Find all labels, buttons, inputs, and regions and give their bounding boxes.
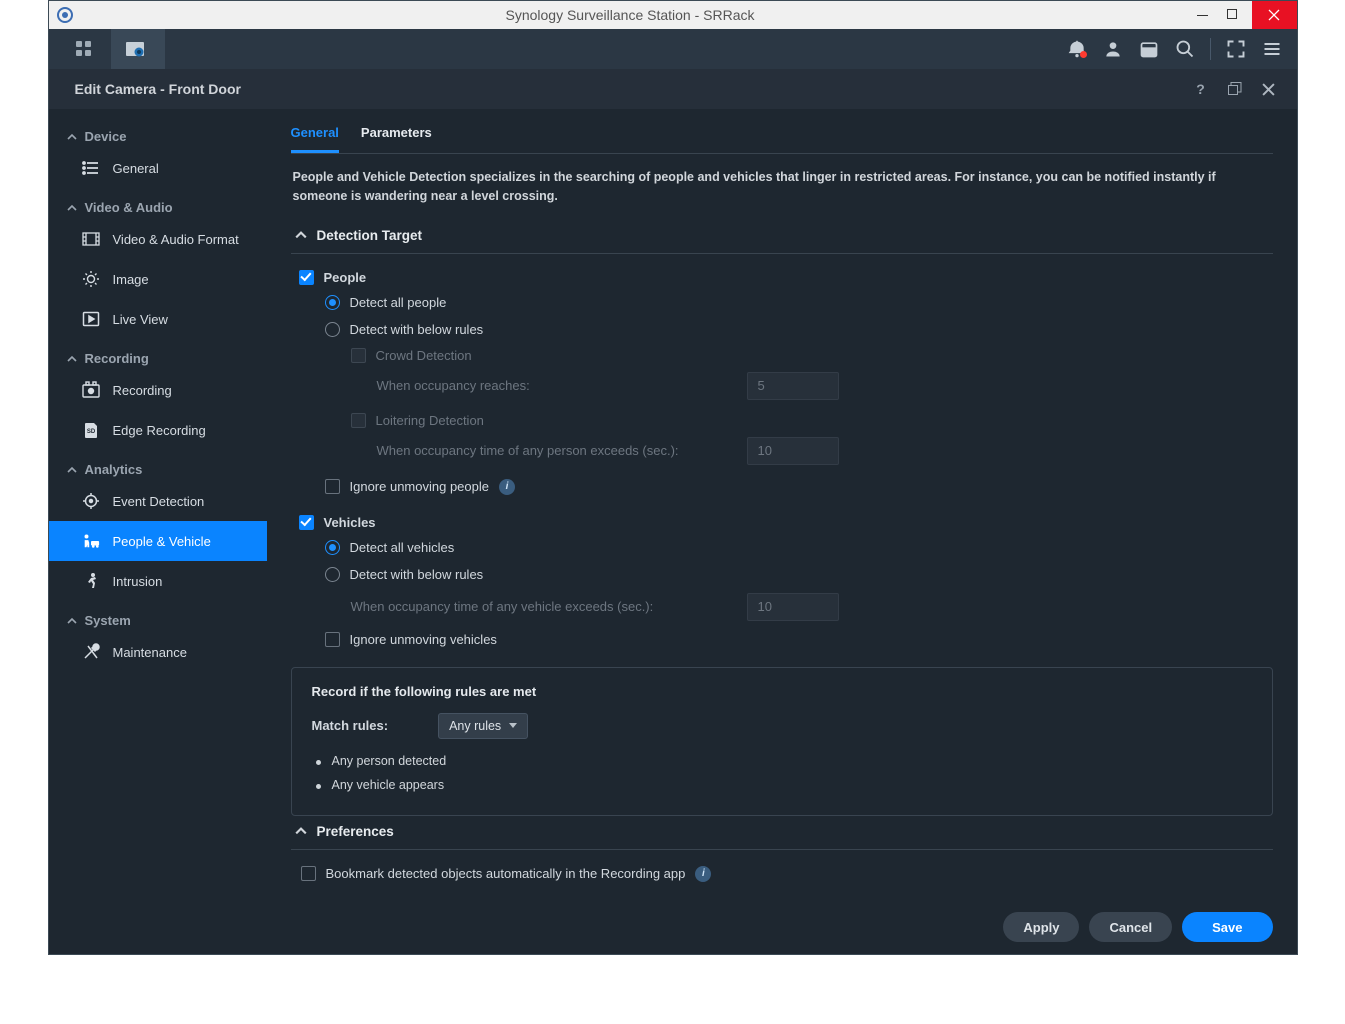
rule-item: Any person detected (326, 749, 1252, 773)
radio-detect-all-vehicles[interactable] (325, 540, 340, 555)
section-preferences[interactable]: Preferences (291, 816, 1273, 850)
label-people: People (324, 270, 367, 285)
rule-item: Any vehicle appears (326, 773, 1252, 797)
section-detection-target[interactable]: Detection Target (291, 220, 1273, 254)
film-icon (81, 229, 101, 249)
label-detect-vehicles-rules: Detect with below rules (350, 567, 484, 582)
list-icon (81, 158, 101, 178)
label-bookmark: Bookmark detected objects automatically … (326, 866, 686, 881)
rules-box-title: Record if the following rules are met (312, 684, 1252, 699)
window-title: Synology Surveillance Station - SRRack (73, 7, 1188, 23)
sidebar-section-device[interactable]: Device (49, 117, 267, 148)
radio-detect-people-rules[interactable] (325, 322, 340, 337)
calendar-icon[interactable] (1138, 38, 1160, 60)
apply-button[interactable]: Apply (1003, 912, 1079, 942)
search-icon[interactable] (1174, 38, 1196, 60)
radio-detect-vehicles-rules[interactable] (325, 567, 340, 582)
tools-icon (81, 642, 101, 662)
app-top-bar (49, 29, 1297, 69)
close-panel-icon[interactable] (1261, 81, 1277, 97)
checkbox-crowd-detection (351, 348, 366, 363)
separator (1210, 38, 1211, 60)
sidebar-item-intrusion[interactable]: Intrusion (49, 561, 267, 601)
menu-icon[interactable] (1261, 38, 1283, 60)
window-maximize-button[interactable] (1218, 1, 1248, 29)
brightness-icon (81, 269, 101, 289)
label-ignore-vehicles: Ignore unmoving vehicles (350, 632, 497, 647)
label-detect-all-vehicles: Detect all vehicles (350, 540, 455, 555)
checkbox-people[interactable] (299, 270, 314, 285)
label-vehicle-occ: When occupancy time of any vehicle excee… (351, 599, 737, 614)
user-icon[interactable] (1102, 38, 1124, 60)
label-loitering: Loitering Detection (376, 413, 484, 428)
sidebar-item-image[interactable]: Image (49, 259, 267, 299)
input-loiter-time (747, 437, 839, 465)
match-rules-label: Match rules: (312, 718, 389, 733)
camera-tab-icon[interactable] (111, 29, 165, 69)
window-minimize-button[interactable] (1188, 1, 1218, 29)
sidebar-item-people-vehicle[interactable]: People & Vehicle (49, 521, 267, 561)
people-vehicle-icon (81, 531, 101, 551)
input-vehicle-occ (747, 593, 839, 621)
sidebar-item-event-detection[interactable]: Event Detection (49, 481, 267, 521)
info-icon[interactable]: i (695, 866, 711, 882)
save-button[interactable]: Save (1182, 912, 1272, 942)
label-vehicles: Vehicles (324, 515, 376, 530)
label-loiter-time: When occupancy time of any person exceed… (377, 443, 737, 458)
sd-card-icon: SD (81, 420, 101, 440)
sidebar-item-edge-recording[interactable]: SDEdge Recording (49, 410, 267, 450)
svg-text:SD: SD (86, 429, 95, 435)
sidebar-item-video-format[interactable]: Video & Audio Format (49, 219, 267, 259)
rules-box: Record if the following rules are met Ma… (291, 667, 1273, 816)
label-ignore-people: Ignore unmoving people (350, 479, 490, 494)
tab-general[interactable]: General (291, 119, 339, 153)
sidebar-section-video[interactable]: Video & Audio (49, 188, 267, 219)
chevron-down-icon (509, 723, 517, 728)
footer: Apply Cancel Save (49, 900, 1297, 954)
label-detect-all-people: Detect all people (350, 295, 447, 310)
notifications-icon[interactable] (1066, 38, 1088, 60)
sidebar-section-system[interactable]: System (49, 601, 267, 632)
sidebar-section-recording[interactable]: Recording (49, 339, 267, 370)
checkbox-ignore-people[interactable] (325, 479, 340, 494)
app-logo-icon (57, 7, 73, 23)
cancel-button[interactable]: Cancel (1089, 912, 1172, 942)
fullscreen-icon[interactable] (1225, 38, 1247, 60)
recording-icon (81, 380, 101, 400)
panel-header: Edit Camera - Front Door ? (49, 69, 1297, 109)
label-detect-people-rules: Detect with below rules (350, 322, 484, 337)
windows-titlebar: Synology Surveillance Station - SRRack (49, 1, 1297, 29)
main-content: General Parameters People and Vehicle De… (267, 109, 1297, 900)
info-icon[interactable]: i (499, 479, 515, 495)
sidebar-item-recording[interactable]: Recording (49, 370, 267, 410)
target-icon (81, 491, 101, 511)
panel-title: Edit Camera - Front Door (75, 81, 241, 97)
label-occupancy: When occupancy reaches: (377, 378, 737, 393)
restore-window-icon[interactable] (1227, 81, 1243, 97)
sidebar-item-liveview[interactable]: Live View (49, 299, 267, 339)
match-rules-dropdown[interactable]: Any rules (438, 713, 528, 739)
input-occupancy (747, 372, 839, 400)
radio-detect-all-people[interactable] (325, 295, 340, 310)
play-square-icon (81, 309, 101, 329)
help-icon[interactable]: ? (1193, 81, 1209, 97)
notification-badge (1080, 51, 1087, 58)
home-tab-icon[interactable] (57, 29, 111, 69)
checkbox-ignore-vehicles[interactable] (325, 632, 340, 647)
checkbox-vehicles[interactable] (299, 515, 314, 530)
tabs: General Parameters (291, 113, 1273, 154)
window-close-button[interactable] (1252, 1, 1297, 29)
sidebar: Device General Video & Audio Video & Aud… (49, 109, 267, 900)
checkbox-bookmark[interactable] (301, 866, 316, 881)
description-text: People and Vehicle Detection specializes… (291, 154, 1273, 220)
sidebar-item-general[interactable]: General (49, 148, 267, 188)
checkbox-loitering (351, 413, 366, 428)
running-person-icon (81, 571, 101, 591)
sidebar-section-analytics[interactable]: Analytics (49, 450, 267, 481)
label-crowd-detection: Crowd Detection (376, 348, 472, 363)
sidebar-item-maintenance[interactable]: Maintenance (49, 632, 267, 672)
tab-parameters[interactable]: Parameters (361, 119, 432, 153)
